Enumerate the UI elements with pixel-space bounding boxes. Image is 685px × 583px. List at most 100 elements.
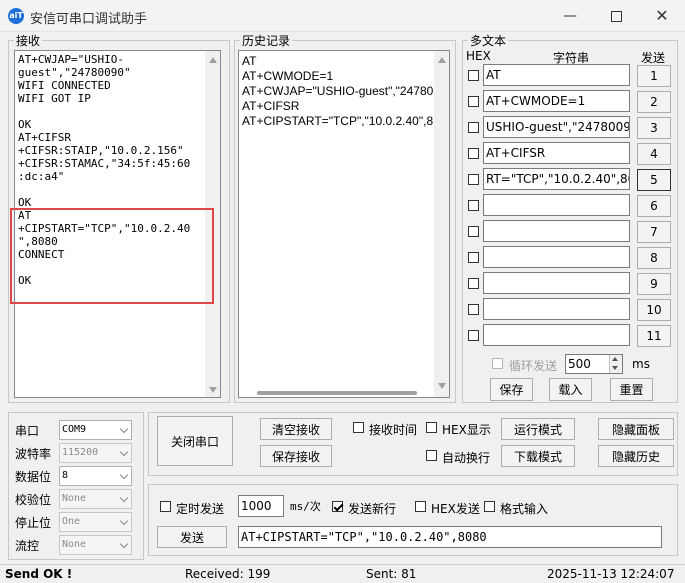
flow-control-label: 流控	[15, 539, 40, 553]
chevron-down-icon[interactable]	[119, 447, 129, 457]
auto-wrap-checkbox[interactable]	[426, 450, 437, 461]
history-list[interactable]: AT AT+CWMODE=1 AT+CWJAP="USHIO-guest","247…	[238, 50, 450, 398]
loop-interval-input[interactable]: 500	[565, 354, 623, 374]
history-item[interactable]: AT+CWJAP="USHIO-guest","24780	[242, 84, 449, 99]
multi-send-button[interactable]: 6	[637, 195, 671, 217]
maximize-icon[interactable]	[593, 0, 639, 32]
save-multi-button[interactable]: 保存	[490, 378, 533, 401]
send-newline-checkbox[interactable]	[332, 501, 343, 512]
multi-hex-checkbox[interactable]	[468, 148, 479, 159]
multi-hex-checkbox[interactable]	[468, 252, 479, 263]
multi-hex-checkbox[interactable]	[468, 330, 479, 341]
multi-string-input[interactable]: AT	[483, 64, 630, 86]
history-item[interactable]: AT+CIFSR	[242, 99, 449, 114]
scroll-up-icon[interactable]	[209, 57, 217, 63]
load-multi-button[interactable]: 载入	[549, 378, 592, 401]
multi-send-button[interactable]: 4	[637, 143, 671, 165]
timed-interval-input[interactable]: 1000	[238, 495, 284, 517]
auto-wrap-label: 自动换行	[442, 451, 491, 465]
history-item[interactable]: AT	[242, 54, 449, 69]
multi-string-input[interactable]: USHIO-guest","24780090"	[483, 116, 630, 138]
receive-line: +CIFSR:STAMAC,"34:5f:45:60	[18, 157, 191, 170]
multi-string-input[interactable]	[483, 324, 630, 346]
multi-send-button[interactable]: 11	[637, 325, 671, 347]
chevron-down-icon[interactable]	[119, 516, 129, 526]
reset-multi-button[interactable]: 重置	[610, 378, 653, 401]
chevron-down-icon[interactable]	[119, 493, 129, 503]
timed-send-label: 定时发送	[176, 502, 225, 516]
receive-time-checkbox[interactable]	[353, 422, 364, 433]
multi-hex-checkbox[interactable]	[468, 96, 479, 107]
data-bits-select[interactable]: 8	[59, 466, 132, 486]
loop-send-checkbox[interactable]	[492, 358, 503, 369]
scroll-down-icon[interactable]	[209, 387, 217, 393]
multi-string-input[interactable]: AT+CWMODE=1	[483, 90, 630, 112]
close-icon[interactable]: ✕	[639, 0, 685, 32]
hide-history-button[interactable]: 隐藏历史	[598, 445, 674, 467]
multi-string-input[interactable]: AT+CIFSR	[483, 142, 630, 164]
multi-send-button[interactable]: 10	[637, 299, 671, 321]
format-input-label: 格式输入	[500, 502, 549, 516]
chevron-down-icon[interactable]	[119, 539, 129, 549]
multi-hex-checkbox[interactable]	[468, 226, 479, 237]
multi-send-button[interactable]: 8	[637, 247, 671, 269]
multi-send-button[interactable]: 7	[637, 221, 671, 243]
history-hscrollbar[interactable]	[257, 391, 417, 395]
run-mode-button[interactable]: 运行模式	[501, 418, 575, 440]
multi-hex-checkbox[interactable]	[468, 278, 479, 289]
clear-receive-button[interactable]: 清空接收	[260, 418, 332, 440]
hex-column-header: HEX	[466, 49, 491, 63]
history-content: AT AT+CWMODE=1 AT+CWJAP="USHIO-guest","247…	[239, 51, 449, 129]
send-button[interactable]: 发送	[157, 526, 227, 548]
multi-send-button[interactable]: 2	[637, 91, 671, 113]
multi-string-input[interactable]	[483, 272, 630, 294]
data-bits-label: 数据位	[15, 470, 52, 484]
spin-down-icon[interactable]	[612, 366, 618, 370]
close-port-button[interactable]: 关闭串口	[157, 416, 233, 466]
title-bar: aiT 安信可串口调试助手 — ✕	[0, 0, 685, 32]
format-input-checkbox[interactable]	[484, 501, 495, 512]
port-select[interactable]: COM9	[59, 420, 132, 440]
download-mode-button[interactable]: 下载模式	[501, 445, 575, 467]
timed-send-checkbox[interactable]	[160, 501, 171, 512]
hex-send-checkbox[interactable]	[415, 501, 426, 512]
multi-hex-checkbox[interactable]	[468, 200, 479, 211]
multi-send-button[interactable]: 1	[637, 65, 671, 87]
chevron-down-icon[interactable]	[119, 470, 129, 480]
receive-line: :dc:a4"	[18, 170, 65, 183]
multi-string-input[interactable]	[483, 194, 630, 216]
multi-send-button[interactable]: 5	[637, 169, 671, 191]
send-input[interactable]: AT+CIPSTART="TCP","10.0.2.40",8080	[238, 526, 662, 548]
multi-hex-checkbox[interactable]	[468, 174, 479, 185]
multi-hex-checkbox[interactable]	[468, 304, 479, 315]
baud-select-value: 115200	[62, 447, 99, 458]
hex-display-checkbox[interactable]	[426, 422, 437, 433]
hide-panel-button[interactable]: 隐藏面板	[598, 418, 674, 440]
flow-control-select[interactable]: None	[59, 535, 132, 555]
multi-string-input[interactable]	[483, 220, 630, 242]
minimize-icon[interactable]: —	[547, 0, 593, 32]
multi-send-button[interactable]: 9	[637, 273, 671, 295]
multi-send-button[interactable]: 3	[637, 117, 671, 139]
receive-line: ​	[18, 183, 220, 196]
spinner[interactable]	[609, 355, 622, 373]
send-status: Send OK !	[5, 567, 73, 581]
chevron-down-icon[interactable]	[119, 424, 129, 434]
parity-select[interactable]: None	[59, 489, 132, 509]
history-scrollbar[interactable]	[434, 51, 449, 397]
save-receive-button[interactable]: 保存接收	[260, 445, 332, 467]
scroll-up-icon[interactable]	[438, 57, 446, 63]
receive-line: WIFI CONNECTED	[18, 79, 111, 92]
multi-string-input[interactable]: RT="TCP","10.0.2.40",8080	[483, 168, 630, 190]
spin-up-icon[interactable]	[612, 357, 618, 361]
scroll-down-icon[interactable]	[438, 383, 446, 389]
multi-string-input[interactable]	[483, 298, 630, 320]
multi-hex-checkbox[interactable]	[468, 122, 479, 133]
history-item[interactable]: AT+CIPSTART="TCP","10.0.2.40",8	[242, 114, 449, 129]
window-title: 安信可串口调试助手	[30, 12, 148, 27]
history-item[interactable]: AT+CWMODE=1	[242, 69, 449, 84]
baud-select[interactable]: 115200	[59, 443, 132, 463]
multi-hex-checkbox[interactable]	[468, 70, 479, 81]
stop-bits-select[interactable]: One	[59, 512, 132, 532]
multi-string-input[interactable]	[483, 246, 630, 268]
